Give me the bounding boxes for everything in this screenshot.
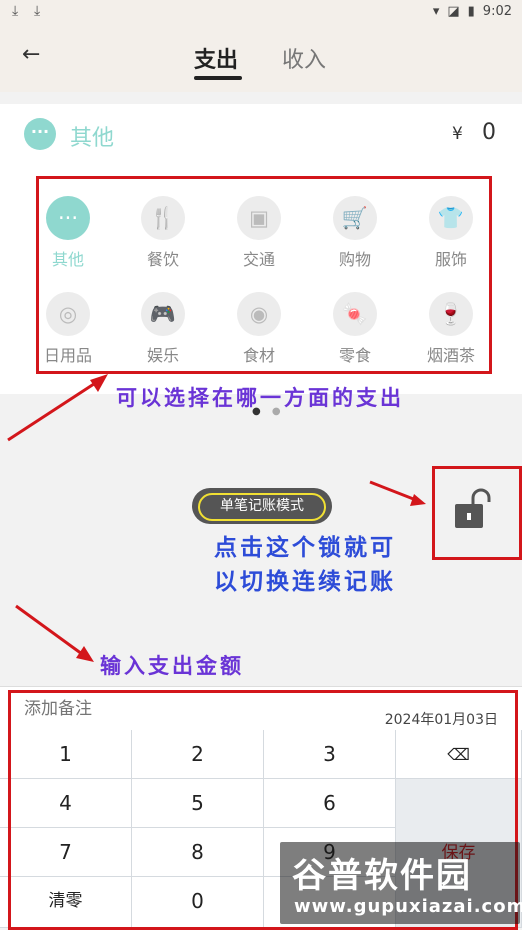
arrow-left-icon[interactable]: ←: [22, 42, 40, 67]
tab-expense[interactable]: 支出: [194, 42, 238, 74]
watermark-url: www.gupuxiazai.com: [294, 896, 522, 917]
battery-icon: ▮: [467, 4, 475, 19]
annotation-highlight-ring: [198, 493, 326, 521]
download-icon: ⤓: [34, 3, 41, 19]
status-bar: ⤓ ⤓ ▾ ◪ ▮ 9:02: [0, 0, 522, 26]
record-mode-badge[interactable]: 单笔记账模式: [192, 488, 332, 524]
status-time: 9:02: [482, 4, 512, 19]
page-indicator: ● ●: [252, 406, 285, 417]
annotation-box-categories: [36, 176, 492, 374]
more-dots-icon: ···: [24, 118, 56, 150]
selected-category-name: 其他: [70, 126, 115, 151]
signal-off-icon: ◪: [447, 4, 460, 19]
annotation-amount-hint: 输入支出金额: [100, 654, 244, 678]
annotation-box-lock: [432, 466, 522, 560]
selected-category-bar: ··· 其他 ¥ 0: [0, 104, 522, 163]
annotation-lock-hint-line2: 以切换连续记账: [214, 569, 396, 595]
download-icon: ⤓: [12, 3, 19, 19]
app-bar: ← 支出 收入: [0, 26, 522, 92]
wifi-icon: ▾: [432, 4, 440, 19]
watermark-logo: 谷普软件园: [292, 856, 472, 896]
annotation-arrow: [7, 374, 108, 442]
watermark: 谷普软件园 www.gupuxiazai.com: [280, 842, 522, 924]
tab-underline: [194, 76, 242, 80]
annotation-arrow: [369, 480, 426, 506]
annotation-arrow: [15, 604, 94, 662]
tab-income[interactable]: 收入: [282, 42, 326, 74]
amount-display: 0: [482, 120, 496, 145]
currency-symbol: ¥: [452, 124, 463, 144]
annotation-lock-hint-line1: 点击这个锁就可: [214, 535, 396, 561]
